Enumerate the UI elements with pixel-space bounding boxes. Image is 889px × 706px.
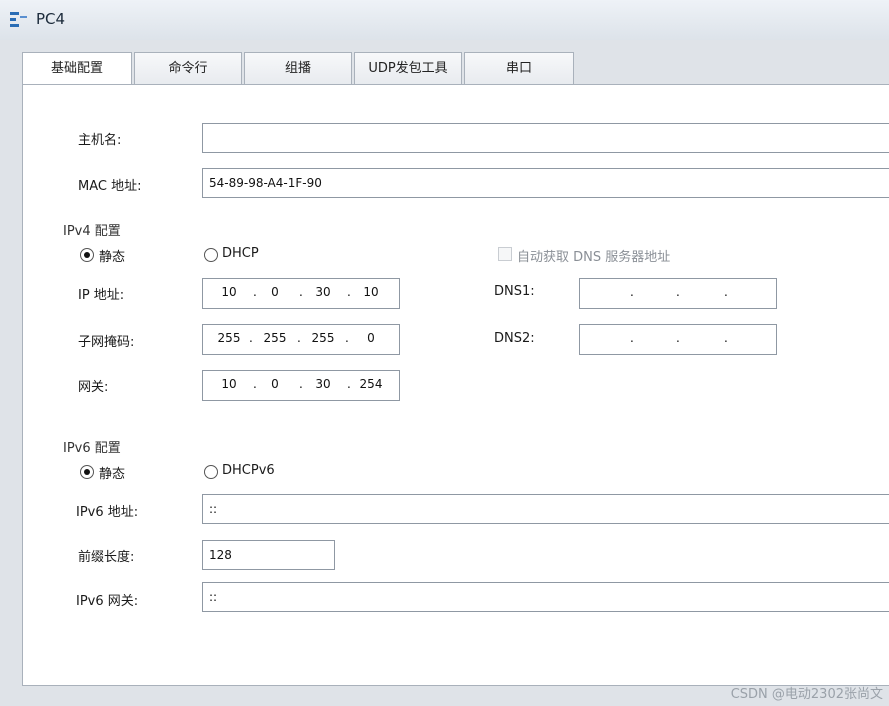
ip-dot: . [345, 331, 349, 345]
ip-dot: . [299, 377, 303, 391]
network-pc-icon [10, 12, 27, 27]
ipv6-dhcpv6-radio[interactable] [204, 465, 218, 479]
ip-dot: . [676, 331, 680, 345]
window-title: PC4 [36, 10, 66, 28]
ip-octet-4: 10 [363, 285, 379, 299]
mask-octet-4: 0 [367, 331, 375, 345]
ip-dot: . [724, 285, 728, 299]
tab-serial[interactable]: 串口 [464, 52, 574, 84]
subnet-mask-label: 子网掩码: [78, 335, 135, 350]
dns1-label: DNS1: [494, 284, 535, 299]
watermark-text: CSDN @电动2302张尚文 [730, 687, 883, 702]
gw-octet-1: 10 [221, 377, 237, 391]
ip-dot: . [630, 285, 634, 299]
title-bar: PC4 [0, 0, 889, 40]
ipv4-static-label: 静态 [99, 250, 126, 265]
dns1-field[interactable]: . . . [579, 278, 777, 309]
ip-octet-3: 30 [315, 285, 331, 299]
ipv6-static-label: 静态 [99, 467, 126, 482]
auto-dns-label: 自动获取 DNS 服务器地址 [517, 250, 671, 265]
ipv6-static-radio[interactable] [80, 465, 94, 479]
ip-dot: . [297, 331, 301, 345]
dns2-label: DNS2: [494, 331, 535, 346]
ipv6-gateway-field[interactable]: :: [202, 582, 889, 612]
ipv6-gateway-label: IPv6 网关: [76, 594, 139, 609]
mask-octet-1: 255 [217, 331, 241, 345]
ip-octet-1: 10 [221, 285, 237, 299]
ip-dot: . [347, 377, 351, 391]
hostname-label: 主机名: [78, 133, 122, 148]
gateway-label: 网关: [78, 380, 109, 395]
ipv6-address-field[interactable]: :: [202, 494, 889, 524]
ip-dot: . [724, 331, 728, 345]
ipv6-address-label: IPv6 地址: [76, 505, 139, 520]
prefix-length-label: 前缀长度: [78, 550, 135, 565]
gateway-field[interactable]: 10 . 0 . 30 . 254 [202, 370, 400, 401]
ip-dot: . [347, 285, 351, 299]
gw-octet-3: 30 [315, 377, 331, 391]
mac-field[interactable]: 54-89-98-A4-1F-90 [202, 168, 889, 198]
ipv4-static-radio[interactable] [80, 248, 94, 262]
ip-dot: . [299, 285, 303, 299]
gw-octet-2: 0 [271, 377, 279, 391]
prefix-length-field[interactable]: 128 [202, 540, 335, 570]
ipv6-section-title: IPv6 配置 [63, 441, 121, 456]
subnet-mask-field[interactable]: 255 . 255 . 255 . 0 [202, 324, 400, 355]
tab-multicast[interactable]: 组播 [244, 52, 352, 84]
ipv4-dhcp-radio[interactable] [204, 248, 218, 262]
ip-address-field[interactable]: 10 . 0 . 30 . 10 [202, 278, 400, 309]
ip-dot: . [249, 331, 253, 345]
ip-dot: . [676, 285, 680, 299]
tab-udp-tool[interactable]: UDP发包工具 [354, 52, 462, 84]
tab-command-line[interactable]: 命令行 [134, 52, 242, 84]
ip-octet-2: 0 [271, 285, 279, 299]
ipv4-dhcp-label: DHCP [222, 246, 259, 261]
ip-dot: . [630, 331, 634, 345]
mask-octet-2: 255 [263, 331, 287, 345]
ipv6-dhcpv6-label: DHCPv6 [222, 463, 275, 478]
ipv4-section-title: IPv4 配置 [63, 224, 121, 239]
ip-address-label: IP 地址: [78, 288, 125, 303]
gw-octet-4: 254 [359, 377, 383, 391]
hostname-field[interactable] [202, 123, 889, 153]
auto-dns-checkbox[interactable] [498, 247, 512, 261]
mask-octet-3: 255 [311, 331, 335, 345]
tab-basic-config[interactable]: 基础配置 [22, 52, 132, 86]
dns2-field[interactable]: . . . [579, 324, 777, 355]
basic-config-panel: 主机名: MAC 地址: 54-89-98-A4-1F-90 IPv4 配置 静… [22, 84, 889, 686]
mac-label: MAC 地址: [78, 179, 142, 194]
